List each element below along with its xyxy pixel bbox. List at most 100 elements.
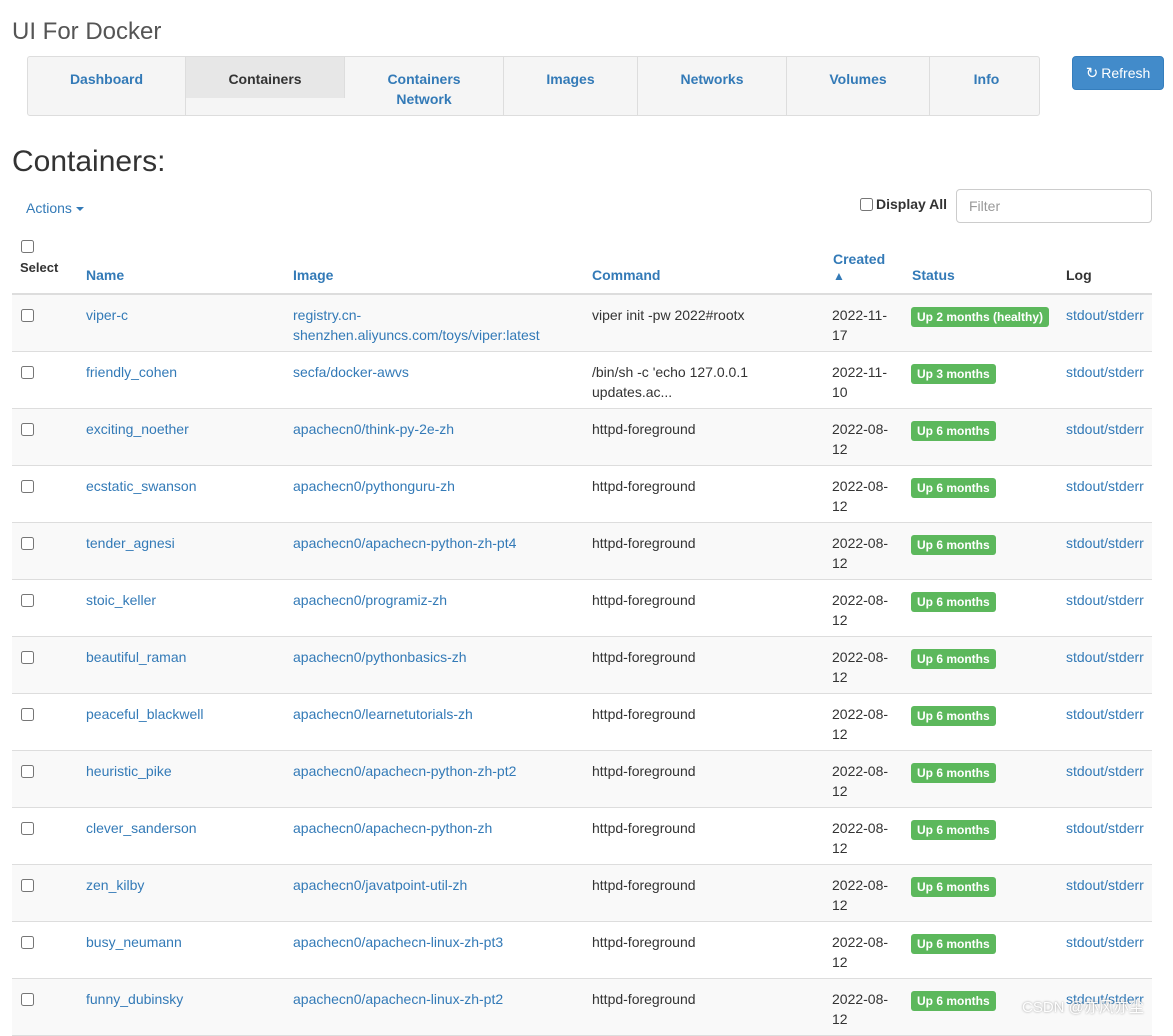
container-log-link[interactable]: stdout/stderr	[1066, 476, 1152, 496]
row-select-checkbox[interactable]	[21, 423, 34, 436]
container-created: 2022-08-12	[832, 421, 889, 457]
caret-down-icon	[75, 207, 84, 212]
container-image-link[interactable]: apachecn0/apachecn-linux-zh-pt3	[293, 932, 583, 952]
table-row: exciting_noether apachecn0/think-py-2e-zh…	[12, 409, 1152, 466]
container-name-link[interactable]: friendly_cohen	[86, 362, 177, 382]
filter-input[interactable]	[956, 189, 1152, 223]
container-created: 2022-08-12	[832, 763, 889, 799]
row-select-checkbox[interactable]	[21, 480, 34, 493]
tab-images[interactable]: Images	[504, 57, 638, 116]
status-badge: Up 6 months	[911, 478, 996, 498]
container-created: 2022-08-12	[832, 706, 889, 742]
container-name-link[interactable]: beautiful_raman	[86, 647, 186, 667]
container-log-link[interactable]: stdout/stderr	[1066, 761, 1152, 781]
container-command: viper init -pw 2022#rootx	[592, 307, 745, 323]
container-name-link[interactable]: clever_sanderson	[86, 818, 197, 838]
tab-dashboard[interactable]: Dashboard	[28, 57, 186, 116]
th-status[interactable]: Status	[912, 267, 955, 283]
tab-containers-network[interactable]: Containers Network	[345, 57, 504, 116]
container-name-link[interactable]: stoic_keller	[86, 590, 156, 610]
container-command: httpd-foreground	[592, 820, 696, 836]
row-select-checkbox[interactable]	[21, 651, 34, 664]
container-created: 2022-08-12	[832, 820, 889, 856]
container-log-link[interactable]: stdout/stderr	[1066, 647, 1152, 667]
row-select-checkbox[interactable]	[21, 936, 34, 949]
container-log-link[interactable]: stdout/stderr	[1066, 362, 1152, 382]
actions-dropdown[interactable]: Actions	[26, 200, 84, 216]
container-name-link[interactable]: exciting_noether	[86, 419, 189, 439]
refresh-label: Refresh	[1101, 65, 1151, 81]
table-row: funny_dubinsky apachecn0/apachecn-linux-z…	[12, 979, 1152, 1036]
container-image-link[interactable]: secfa/docker-awvs	[293, 362, 583, 382]
container-image-link[interactable]: registry.cn-shenzhen.aliyuncs.com/toys/v…	[293, 305, 583, 345]
container-log-link[interactable]: stdout/stderr	[1066, 875, 1152, 895]
display-all-checkbox[interactable]	[860, 197, 873, 211]
status-badge: Up 6 months	[911, 934, 996, 954]
tab-volumes[interactable]: Volumes	[787, 57, 930, 116]
container-name-link[interactable]: ecstatic_swanson	[86, 476, 197, 496]
refresh-button[interactable]: ↻ Refresh	[1072, 56, 1164, 90]
table-row: viper-c registry.cn-shenzhen.aliyuncs.com…	[12, 295, 1152, 352]
th-created[interactable]: Created ▲	[833, 251, 885, 283]
table-row: friendly_cohen secfa/docker-awvs/bin/sh -…	[12, 352, 1152, 409]
display-all-toggle[interactable]: Display All	[860, 196, 947, 212]
status-cell: Up 6 months	[911, 477, 996, 498]
row-select-checkbox[interactable]	[21, 309, 34, 322]
status-cell: Up 2 months (healthy)	[911, 306, 1050, 327]
tab-networks[interactable]: Networks	[638, 57, 787, 116]
container-image-link[interactable]: apachecn0/learnetutorials-zh	[293, 704, 583, 724]
row-select-checkbox[interactable]	[21, 822, 34, 835]
container-log-link[interactable]: stdout/stderr	[1066, 305, 1152, 325]
sort-ascending-icon: ▲	[833, 269, 845, 283]
container-log-link[interactable]: stdout/stderr	[1066, 533, 1152, 553]
table-row: tender_agnesi apachecn0/apachecn-python-z…	[12, 523, 1152, 580]
container-log-link[interactable]: stdout/stderr	[1066, 590, 1152, 610]
container-image-link[interactable]: apachecn0/apachecn-python-zh	[293, 818, 583, 838]
row-select-checkbox[interactable]	[21, 765, 34, 778]
status-badge: Up 6 months	[911, 991, 996, 1011]
container-image-link[interactable]: apachecn0/programiz-zh	[293, 590, 583, 610]
container-name-link[interactable]: funny_dubinsky	[86, 989, 183, 1009]
select-all-checkbox[interactable]	[21, 240, 34, 253]
containers-table: Select Name Image Command Created ▲ Stat…	[12, 230, 1152, 1036]
status-cell: Up 3 months	[911, 363, 996, 384]
container-name-link[interactable]: viper-c	[86, 305, 128, 325]
container-image-link[interactable]: apachecn0/pythonguru-zh	[293, 476, 583, 496]
container-image-link[interactable]: apachecn0/think-py-2e-zh	[293, 419, 583, 439]
container-name-link[interactable]: zen_kilby	[86, 875, 144, 895]
container-command: httpd-foreground	[592, 706, 696, 722]
container-image-link[interactable]: apachecn0/apachecn-python-zh-pt2	[293, 761, 583, 781]
container-created: 2022-08-12	[832, 535, 889, 571]
container-name-link[interactable]: heuristic_pike	[86, 761, 172, 781]
container-image-link[interactable]: apachecn0/pythonbasics-zh	[293, 647, 583, 667]
container-log-link[interactable]: stdout/stderr	[1066, 704, 1152, 724]
container-log-link[interactable]: stdout/stderr	[1066, 419, 1152, 439]
status-cell: Up 6 months	[911, 819, 996, 840]
container-created: 2022-08-12	[832, 478, 889, 514]
status-badge: Up 2 months (healthy)	[911, 307, 1050, 327]
container-log-link[interactable]: stdout/stderr	[1066, 818, 1152, 838]
row-select-checkbox[interactable]	[21, 366, 34, 379]
container-command: httpd-foreground	[592, 649, 696, 665]
th-name[interactable]: Name	[86, 267, 124, 283]
th-image[interactable]: Image	[293, 267, 333, 283]
status-badge: Up 3 months	[911, 364, 996, 384]
row-select-checkbox[interactable]	[21, 594, 34, 607]
container-image-link[interactable]: apachecn0/javatpoint-util-zh	[293, 875, 583, 895]
status-badge: Up 6 months	[911, 592, 996, 612]
container-name-link[interactable]: busy_neumann	[86, 932, 182, 952]
container-image-link[interactable]: apachecn0/apachecn-python-zh-pt4	[293, 533, 583, 553]
row-select-checkbox[interactable]	[21, 537, 34, 550]
container-image-link[interactable]: apachecn0/apachecn-linux-zh-pt2	[293, 989, 583, 1009]
status-badge: Up 6 months	[911, 535, 996, 555]
container-name-link[interactable]: peaceful_blackwell	[86, 704, 204, 724]
th-command[interactable]: Command	[592, 267, 660, 283]
tab-info[interactable]: Info	[930, 57, 1043, 116]
container-name-link[interactable]: tender_agnesi	[86, 533, 175, 553]
tab-containers[interactable]: Containers	[186, 57, 345, 98]
container-log-link[interactable]: stdout/stderr	[1066, 932, 1152, 952]
row-select-checkbox[interactable]	[21, 879, 34, 892]
row-select-checkbox[interactable]	[21, 993, 34, 1006]
row-select-checkbox[interactable]	[21, 708, 34, 721]
container-created: 2022-08-12	[832, 991, 889, 1027]
